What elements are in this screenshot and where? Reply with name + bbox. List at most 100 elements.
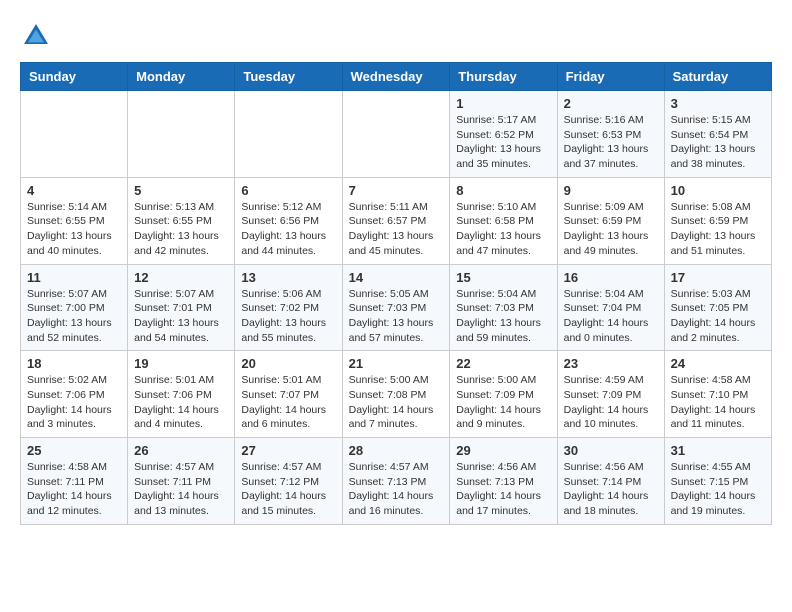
day-number: 4 bbox=[27, 183, 121, 198]
daylight-text: Daylight: 13 hours and 37 minutes. bbox=[564, 142, 658, 171]
sunrise-text: Sunrise: 5:00 AM bbox=[456, 373, 550, 388]
daylight-text: Daylight: 13 hours and 52 minutes. bbox=[27, 316, 121, 345]
daylight-text: Daylight: 14 hours and 9 minutes. bbox=[456, 403, 550, 432]
sunset-text: Sunset: 7:14 PM bbox=[564, 475, 658, 490]
day-number: 25 bbox=[27, 443, 121, 458]
sunset-text: Sunset: 7:06 PM bbox=[134, 388, 228, 403]
calendar-cell: 10 Sunrise: 5:08 AM Sunset: 6:59 PM Dayl… bbox=[664, 177, 771, 264]
cell-content: Sunrise: 5:01 AM Sunset: 7:06 PM Dayligh… bbox=[134, 373, 228, 432]
calendar-week-5: 25 Sunrise: 4:58 AM Sunset: 7:11 PM Dayl… bbox=[21, 438, 772, 525]
cell-content: Sunrise: 5:16 AM Sunset: 6:53 PM Dayligh… bbox=[564, 113, 658, 172]
sunset-text: Sunset: 6:53 PM bbox=[564, 128, 658, 143]
sunset-text: Sunset: 6:57 PM bbox=[349, 214, 444, 229]
cell-content: Sunrise: 5:07 AM Sunset: 7:00 PM Dayligh… bbox=[27, 287, 121, 346]
calendar-cell: 18 Sunrise: 5:02 AM Sunset: 7:06 PM Dayl… bbox=[21, 351, 128, 438]
sunrise-text: Sunrise: 5:11 AM bbox=[349, 200, 444, 215]
calendar-cell: 23 Sunrise: 4:59 AM Sunset: 7:09 PM Dayl… bbox=[557, 351, 664, 438]
day-number: 18 bbox=[27, 356, 121, 371]
day-number: 27 bbox=[241, 443, 335, 458]
daylight-text: Daylight: 14 hours and 2 minutes. bbox=[671, 316, 765, 345]
day-number: 16 bbox=[564, 270, 658, 285]
daylight-text: Daylight: 14 hours and 7 minutes. bbox=[349, 403, 444, 432]
calendar-header-row: SundayMondayTuesdayWednesdayThursdayFrid… bbox=[21, 63, 772, 91]
sunset-text: Sunset: 7:13 PM bbox=[456, 475, 550, 490]
sunrise-text: Sunrise: 5:07 AM bbox=[27, 287, 121, 302]
sunrise-text: Sunrise: 5:09 AM bbox=[564, 200, 658, 215]
sunrise-text: Sunrise: 5:01 AM bbox=[134, 373, 228, 388]
cell-content: Sunrise: 5:05 AM Sunset: 7:03 PM Dayligh… bbox=[349, 287, 444, 346]
daylight-text: Daylight: 13 hours and 59 minutes. bbox=[456, 316, 550, 345]
sunset-text: Sunset: 6:56 PM bbox=[241, 214, 335, 229]
calendar-cell: 12 Sunrise: 5:07 AM Sunset: 7:01 PM Dayl… bbox=[128, 264, 235, 351]
cell-content: Sunrise: 4:58 AM Sunset: 7:11 PM Dayligh… bbox=[27, 460, 121, 519]
calendar-cell: 7 Sunrise: 5:11 AM Sunset: 6:57 PM Dayli… bbox=[342, 177, 450, 264]
sunrise-text: Sunrise: 5:03 AM bbox=[671, 287, 765, 302]
daylight-text: Daylight: 14 hours and 6 minutes. bbox=[241, 403, 335, 432]
sunset-text: Sunset: 7:10 PM bbox=[671, 388, 765, 403]
sunrise-text: Sunrise: 4:56 AM bbox=[564, 460, 658, 475]
cell-content: Sunrise: 5:12 AM Sunset: 6:56 PM Dayligh… bbox=[241, 200, 335, 259]
daylight-text: Daylight: 14 hours and 4 minutes. bbox=[134, 403, 228, 432]
calendar-cell: 4 Sunrise: 5:14 AM Sunset: 6:55 PM Dayli… bbox=[21, 177, 128, 264]
column-header-wednesday: Wednesday bbox=[342, 63, 450, 91]
logo bbox=[20, 20, 58, 52]
sunrise-text: Sunrise: 4:57 AM bbox=[134, 460, 228, 475]
day-number: 5 bbox=[134, 183, 228, 198]
calendar-cell: 19 Sunrise: 5:01 AM Sunset: 7:06 PM Dayl… bbox=[128, 351, 235, 438]
sunset-text: Sunset: 7:01 PM bbox=[134, 301, 228, 316]
day-number: 26 bbox=[134, 443, 228, 458]
sunset-text: Sunset: 7:11 PM bbox=[27, 475, 121, 490]
sunrise-text: Sunrise: 5:04 AM bbox=[564, 287, 658, 302]
day-number: 13 bbox=[241, 270, 335, 285]
day-number: 1 bbox=[456, 96, 550, 111]
cell-content: Sunrise: 5:06 AM Sunset: 7:02 PM Dayligh… bbox=[241, 287, 335, 346]
daylight-text: Daylight: 13 hours and 35 minutes. bbox=[456, 142, 550, 171]
day-number: 6 bbox=[241, 183, 335, 198]
sunset-text: Sunset: 6:58 PM bbox=[456, 214, 550, 229]
column-header-tuesday: Tuesday bbox=[235, 63, 342, 91]
sunrise-text: Sunrise: 5:15 AM bbox=[671, 113, 765, 128]
daylight-text: Daylight: 14 hours and 0 minutes. bbox=[564, 316, 658, 345]
cell-content: Sunrise: 5:00 AM Sunset: 7:09 PM Dayligh… bbox=[456, 373, 550, 432]
cell-content: Sunrise: 5:11 AM Sunset: 6:57 PM Dayligh… bbox=[349, 200, 444, 259]
sunrise-text: Sunrise: 5:05 AM bbox=[349, 287, 444, 302]
column-header-friday: Friday bbox=[557, 63, 664, 91]
sunset-text: Sunset: 7:11 PM bbox=[134, 475, 228, 490]
daylight-text: Daylight: 13 hours and 51 minutes. bbox=[671, 229, 765, 258]
calendar-cell: 25 Sunrise: 4:58 AM Sunset: 7:11 PM Dayl… bbox=[21, 438, 128, 525]
calendar-cell bbox=[235, 91, 342, 178]
calendar-week-3: 11 Sunrise: 5:07 AM Sunset: 7:00 PM Dayl… bbox=[21, 264, 772, 351]
sunrise-text: Sunrise: 5:13 AM bbox=[134, 200, 228, 215]
day-number: 3 bbox=[671, 96, 765, 111]
cell-content: Sunrise: 5:01 AM Sunset: 7:07 PM Dayligh… bbox=[241, 373, 335, 432]
sunrise-text: Sunrise: 5:07 AM bbox=[134, 287, 228, 302]
daylight-text: Daylight: 14 hours and 12 minutes. bbox=[27, 489, 121, 518]
day-number: 19 bbox=[134, 356, 228, 371]
calendar-week-4: 18 Sunrise: 5:02 AM Sunset: 7:06 PM Dayl… bbox=[21, 351, 772, 438]
calendar-cell: 15 Sunrise: 5:04 AM Sunset: 7:03 PM Dayl… bbox=[450, 264, 557, 351]
daylight-text: Daylight: 13 hours and 54 minutes. bbox=[134, 316, 228, 345]
cell-content: Sunrise: 4:57 AM Sunset: 7:13 PM Dayligh… bbox=[349, 460, 444, 519]
calendar-cell: 30 Sunrise: 4:56 AM Sunset: 7:14 PM Dayl… bbox=[557, 438, 664, 525]
day-number: 12 bbox=[134, 270, 228, 285]
day-number: 24 bbox=[671, 356, 765, 371]
cell-content: Sunrise: 5:04 AM Sunset: 7:03 PM Dayligh… bbox=[456, 287, 550, 346]
day-number: 30 bbox=[564, 443, 658, 458]
daylight-text: Daylight: 14 hours and 18 minutes. bbox=[564, 489, 658, 518]
day-number: 17 bbox=[671, 270, 765, 285]
sunset-text: Sunset: 7:06 PM bbox=[27, 388, 121, 403]
daylight-text: Daylight: 13 hours and 42 minutes. bbox=[134, 229, 228, 258]
calendar-cell: 5 Sunrise: 5:13 AM Sunset: 6:55 PM Dayli… bbox=[128, 177, 235, 264]
cell-content: Sunrise: 5:03 AM Sunset: 7:05 PM Dayligh… bbox=[671, 287, 765, 346]
daylight-text: Daylight: 14 hours and 17 minutes. bbox=[456, 489, 550, 518]
cell-content: Sunrise: 4:58 AM Sunset: 7:10 PM Dayligh… bbox=[671, 373, 765, 432]
sunset-text: Sunset: 7:03 PM bbox=[349, 301, 444, 316]
calendar-cell: 3 Sunrise: 5:15 AM Sunset: 6:54 PM Dayli… bbox=[664, 91, 771, 178]
sunset-text: Sunset: 7:09 PM bbox=[564, 388, 658, 403]
cell-content: Sunrise: 5:00 AM Sunset: 7:08 PM Dayligh… bbox=[349, 373, 444, 432]
sunset-text: Sunset: 7:07 PM bbox=[241, 388, 335, 403]
cell-content: Sunrise: 5:08 AM Sunset: 6:59 PM Dayligh… bbox=[671, 200, 765, 259]
cell-content: Sunrise: 4:59 AM Sunset: 7:09 PM Dayligh… bbox=[564, 373, 658, 432]
calendar-week-1: 1 Sunrise: 5:17 AM Sunset: 6:52 PM Dayli… bbox=[21, 91, 772, 178]
daylight-text: Daylight: 13 hours and 57 minutes. bbox=[349, 316, 444, 345]
